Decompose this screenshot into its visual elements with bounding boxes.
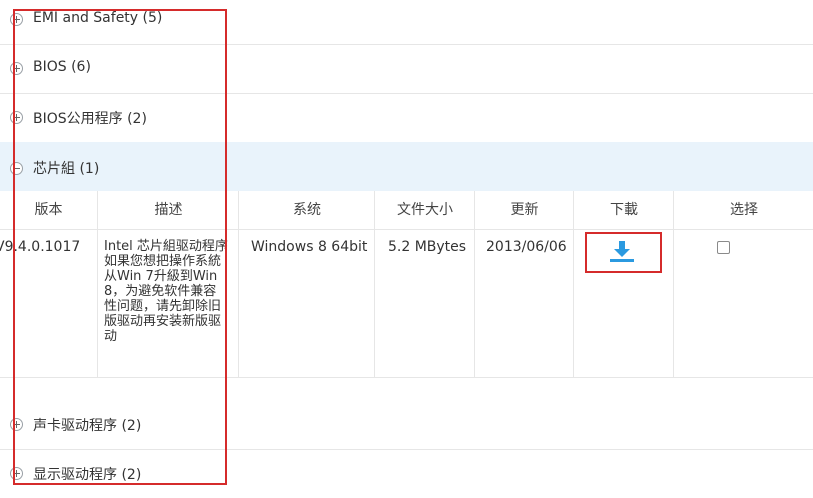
file-size-text: 5.2 MBytes [388, 239, 467, 255]
expand-plus-icon[interactable] [10, 13, 23, 26]
category-bios-utility[interactable]: BIOS公用程序 (2) [0, 93, 813, 143]
expand-plus-icon[interactable] [10, 418, 23, 431]
description-text: Intel 芯片組驱动程序 如果您想把操作系統从Win 7升級到Win 8，为避… [104, 239, 228, 344]
updated-text: 2013/06/06 [486, 239, 567, 255]
expand-plus-icon[interactable] [10, 62, 23, 75]
category-display-driver[interactable]: 显示驱动程序 (2) [0, 449, 813, 498]
cell-download [573, 229, 673, 377]
category-label: EMI and Safety (5) [33, 10, 163, 26]
download-icon[interactable] [609, 241, 635, 263]
cell-version: V9.4.0.1017 [0, 229, 97, 377]
expand-plus-icon[interactable] [10, 111, 23, 124]
category-emi-safety[interactable]: EMI and Safety (5) [0, 0, 813, 45]
category-label: 芯片組 (1) [33, 161, 100, 177]
cell-system: Windows 8 64bit [238, 229, 374, 377]
collapse-minus-icon[interactable] [10, 162, 23, 175]
column-header-version: 版本 [34, 202, 63, 218]
column-header-download: 下載 [573, 191, 674, 229]
system-text: Windows 8 64bit [251, 239, 368, 255]
column-header-select: 选择 [673, 191, 813, 229]
cell-file-size: 5.2 MBytes [374, 229, 474, 377]
category-bios[interactable]: BIOS (6) [0, 44, 813, 94]
cell-updated: 2013/06/06 [474, 229, 573, 377]
category-chipset[interactable]: 芯片組 (1) [0, 142, 813, 191]
column-header-file-size: 文件大小 [374, 191, 475, 229]
table-row: V9.4.0.1017 Intel 芯片組驱动程序 如果您想把操作系統从Win … [0, 229, 813, 378]
category-label: BIOS公用程序 (2) [33, 111, 147, 127]
category-audio-driver[interactable]: 声卡驱动程序 (2) [0, 400, 813, 450]
select-checkbox[interactable] [717, 241, 730, 254]
category-label: BIOS (6) [33, 59, 91, 75]
column-header-description: 描述 [97, 191, 239, 229]
driver-table-header: 版本 描述 系统 文件大小 更新 下載 选择 [0, 191, 813, 230]
category-label: 声卡驱动程序 (2) [33, 418, 142, 434]
expand-plus-icon[interactable] [10, 467, 23, 480]
cell-select [673, 229, 813, 377]
column-header-system: 系统 [238, 191, 375, 229]
cell-description: Intel 芯片組驱动程序 如果您想把操作系統从Win 7升級到Win 8，为避… [97, 229, 238, 377]
version-text: V9.4.0.1017 [0, 239, 81, 255]
category-label: 显示驱动程序 (2) [33, 467, 142, 483]
column-header-updated: 更新 [474, 191, 574, 229]
